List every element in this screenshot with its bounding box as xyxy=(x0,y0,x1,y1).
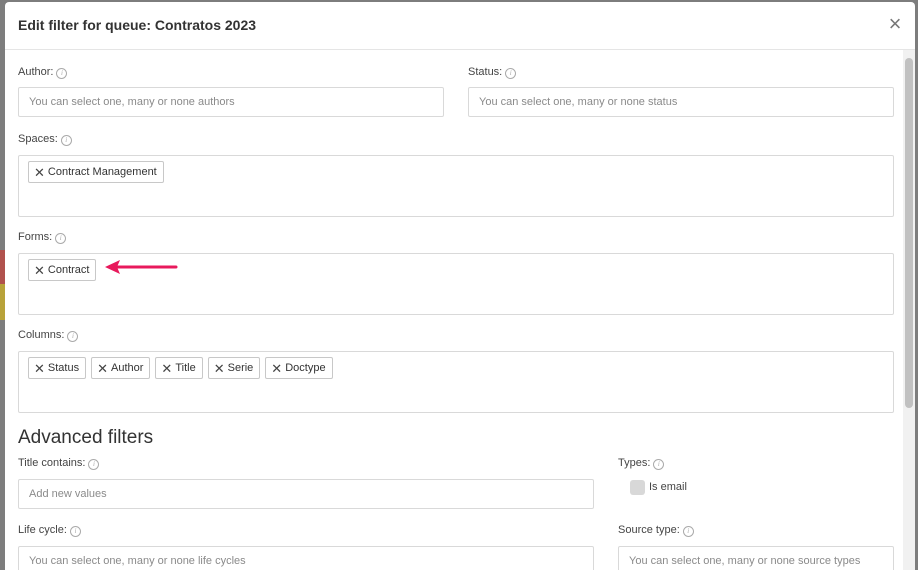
info-icon: i xyxy=(88,459,100,470)
source-type-placeholder: You can select one, many or none source … xyxy=(629,555,861,567)
tag-contract: ✕ Contract xyxy=(28,259,97,281)
life-cycle-placeholder: You can select one, many or none life cy… xyxy=(29,555,246,567)
title-contains-input[interactable]: Add new values xyxy=(18,479,594,509)
title-contains-placeholder: Add new values xyxy=(29,488,107,500)
close-icon[interactable]: × xyxy=(885,13,905,35)
tag-label: Contract Management xyxy=(47,166,157,178)
tag-label: Author xyxy=(111,362,144,374)
info-icon: i xyxy=(653,459,665,470)
life-cycle-select[interactable]: You can select one, many or none life cy… xyxy=(18,546,594,570)
author-select[interactable]: You can select one, many or none authors xyxy=(18,87,444,117)
vertical-scrollbar[interactable] xyxy=(903,50,915,570)
tag-status: ✕ Status xyxy=(28,357,87,379)
info-icon: i xyxy=(56,68,68,79)
dialog-body: Author: i You can select one, many or non… xyxy=(5,50,903,570)
forms-label: Forms: i xyxy=(18,231,67,244)
status-select[interactable]: You can select one, many or none status xyxy=(468,87,894,117)
status-label: Status: i xyxy=(468,66,517,79)
tag-doctype: ✕ Doctype xyxy=(265,357,333,379)
dialog-title: Edit filter for queue: Contratos 2023 xyxy=(18,17,257,33)
source-type-label: Source type: i xyxy=(618,524,694,537)
tag-serie: ✕ Serie xyxy=(207,357,261,379)
spaces-tags: ✕ Contract Management xyxy=(28,161,164,183)
spaces-select[interactable]: ✕ Contract Management xyxy=(18,155,894,217)
source-type-select[interactable]: You can select one, many or none source … xyxy=(618,546,894,570)
tag-remove-icon[interactable]: ✕ xyxy=(34,264,45,277)
info-icon: i xyxy=(67,331,79,342)
tag-title: ✕ Title xyxy=(155,357,203,379)
advanced-filters-heading: Advanced filters xyxy=(18,427,154,448)
columns-select[interactable]: ✕ Status ✕ Author ✕ Title ✕ Serie ✕ Doct… xyxy=(18,351,894,413)
author-label-text: Author: xyxy=(18,66,54,78)
life-cycle-label-text: Life cycle: xyxy=(18,524,67,536)
title-contains-label: Title contains: i xyxy=(18,457,100,470)
status-label-text: Status: xyxy=(468,66,503,78)
life-cycle-label: Life cycle: i xyxy=(18,524,81,537)
tag-label: Serie xyxy=(227,362,254,374)
forms-tags: ✕ Contract xyxy=(28,259,97,281)
info-icon: i xyxy=(69,526,81,537)
info-icon: i xyxy=(505,68,517,79)
types-label: Types: i xyxy=(618,457,665,470)
spaces-label-text: Spaces: xyxy=(18,133,58,145)
scrollbar-thumb[interactable] xyxy=(905,58,913,408)
tag-author: ✕ Author xyxy=(91,357,151,379)
tag-remove-icon[interactable]: ✕ xyxy=(34,362,45,375)
is-email-checkbox[interactable] xyxy=(630,480,645,495)
tag-label: Contract xyxy=(47,264,90,276)
tag-label: Status xyxy=(47,362,80,374)
tag-remove-icon[interactable]: ✕ xyxy=(271,362,282,375)
dialog-header: Edit filter for queue: Contratos 2023 × xyxy=(5,2,915,50)
title-contains-label-text: Title contains: xyxy=(18,457,86,469)
forms-label-text: Forms: xyxy=(18,231,53,243)
tag-remove-icon[interactable]: ✕ xyxy=(161,362,172,375)
info-icon: i xyxy=(682,526,694,537)
types-label-text: Types: xyxy=(618,457,651,469)
info-icon: i xyxy=(60,135,72,146)
tag-remove-icon[interactable]: ✕ xyxy=(34,166,45,179)
info-icon: i xyxy=(55,233,67,244)
columns-tags: ✕ Status ✕ Author ✕ Title ✕ Serie ✕ Doct… xyxy=(28,357,333,379)
status-placeholder: You can select one, many or none status xyxy=(479,96,678,108)
source-type-label-text: Source type: xyxy=(618,524,680,536)
tag-remove-icon[interactable]: ✕ xyxy=(214,362,225,375)
is-email-label: Is email xyxy=(649,481,687,493)
columns-label-text: Columns: xyxy=(18,329,65,341)
columns-label: Columns: i xyxy=(18,329,79,342)
tag-label: Doctype xyxy=(285,362,326,374)
annotation-arrow-icon xyxy=(105,260,178,274)
edit-filter-dialog: Edit filter for queue: Contratos 2023 × … xyxy=(5,2,915,570)
author-label: Author: i xyxy=(18,66,68,79)
author-placeholder: You can select one, many or none authors xyxy=(29,96,235,108)
spaces-label: Spaces: i xyxy=(18,133,72,146)
tag-contract-management: ✕ Contract Management xyxy=(28,161,164,183)
tag-remove-icon[interactable]: ✕ xyxy=(97,362,108,375)
tag-label: Title xyxy=(175,362,196,374)
